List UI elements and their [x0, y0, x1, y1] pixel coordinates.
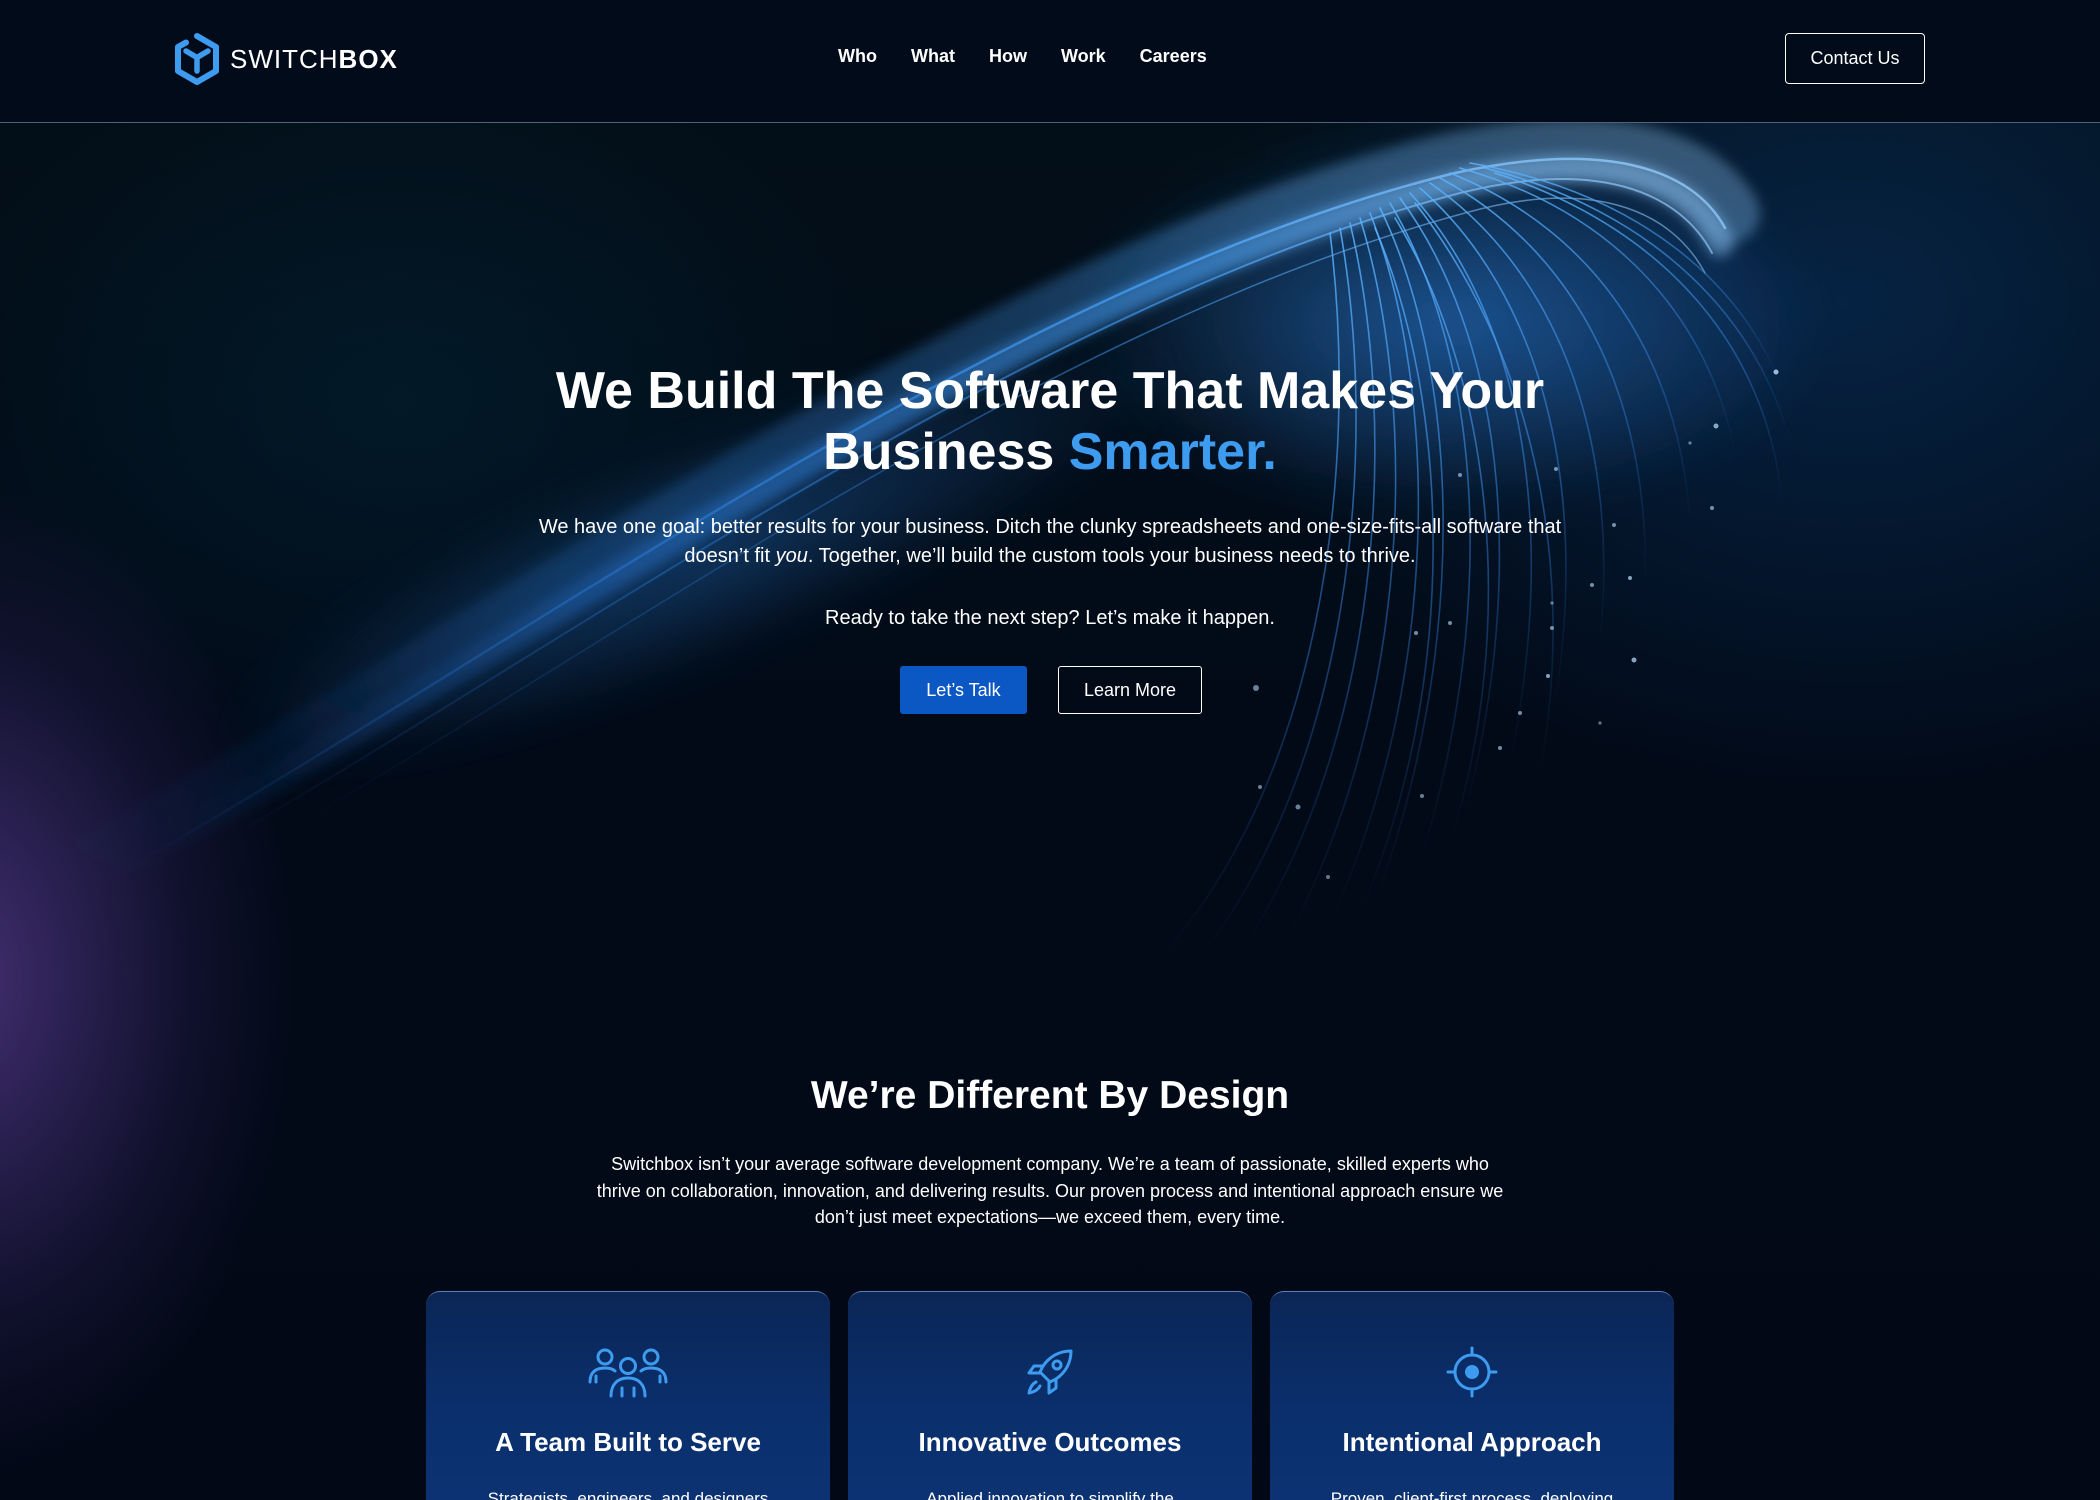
contact-us-button[interactable]: Contact Us	[1785, 33, 1925, 84]
hero-heading-accent: Smarter.	[1068, 423, 1277, 481]
feature-card-title: Intentional Approach	[1342, 1427, 1602, 1457]
feature-card-approach: Intentional Approach Proven, client-firs…	[1270, 1291, 1674, 1500]
feature-cards: A Team Built to Serve Strategists, engin…	[426, 1291, 1674, 1500]
hero-subtitle: We have one goal: better results for you…	[520, 513, 1580, 571]
feature-card-title: A Team Built to Serve	[495, 1427, 761, 1457]
switchbox-logo[interactable]: SWITCHBOX	[174, 33, 398, 85]
lets-talk-button[interactable]: Let’s Talk	[900, 666, 1027, 714]
cube-logo-icon	[175, 33, 219, 85]
feature-card-text: Proven, client-first process, deploying	[1330, 1489, 1614, 1500]
feature-card-text: Applied innovation to simplify the	[926, 1489, 1174, 1500]
nav-link-who[interactable]: Who	[838, 46, 877, 67]
nav-link-careers[interactable]: Careers	[1140, 46, 1207, 67]
different-section-heading: We’re Different By Design	[810, 1074, 1290, 1117]
logo-word-switch: SWITCH	[230, 43, 339, 74]
page: SWITCHBOX Who What How Work Careers Cont…	[0, 0, 2100, 1500]
hero-subtitle-emphasis: you	[775, 545, 808, 567]
logo-wordmark: SWITCHBOX	[230, 44, 398, 75]
feature-card-innovation: Innovative Outcomes Applied innovation t…	[848, 1291, 1252, 1500]
nav-link-how[interactable]: How	[989, 46, 1027, 67]
hero-subtitle-end: . Together, we’ll build the custom tools…	[807, 545, 1416, 567]
different-section-body: Switchbox isn’t your average software de…	[596, 1154, 1504, 1227]
hero-heading: We Build The Software That Makes Your Bu…	[450, 361, 1650, 483]
learn-more-button[interactable]: Learn More	[1058, 666, 1202, 714]
feature-card-team: A Team Built to Serve Strategists, engin…	[426, 1291, 830, 1500]
target-icon	[1270, 1346, 1674, 1398]
hero-cta-text: Ready to take the next step? Let’s make …	[825, 607, 1275, 629]
nav-link-what[interactable]: What	[911, 46, 955, 67]
nav-link-work[interactable]: Work	[1061, 46, 1106, 67]
feature-card-text: Strategists, engineers, and designers	[487, 1489, 769, 1500]
feature-card-title: Innovative Outcomes	[918, 1427, 1182, 1457]
team-icon	[426, 1346, 830, 1398]
hero-heading-main: We Build The Software That Makes Your Bu…	[555, 362, 1545, 481]
logo-word-box: BOX	[338, 43, 398, 74]
rocket-icon	[848, 1346, 1252, 1398]
main-nav: Who What How Work Careers	[838, 46, 1207, 67]
site-header: SWITCHBOX Who What How Work Careers Cont…	[0, 0, 2100, 123]
